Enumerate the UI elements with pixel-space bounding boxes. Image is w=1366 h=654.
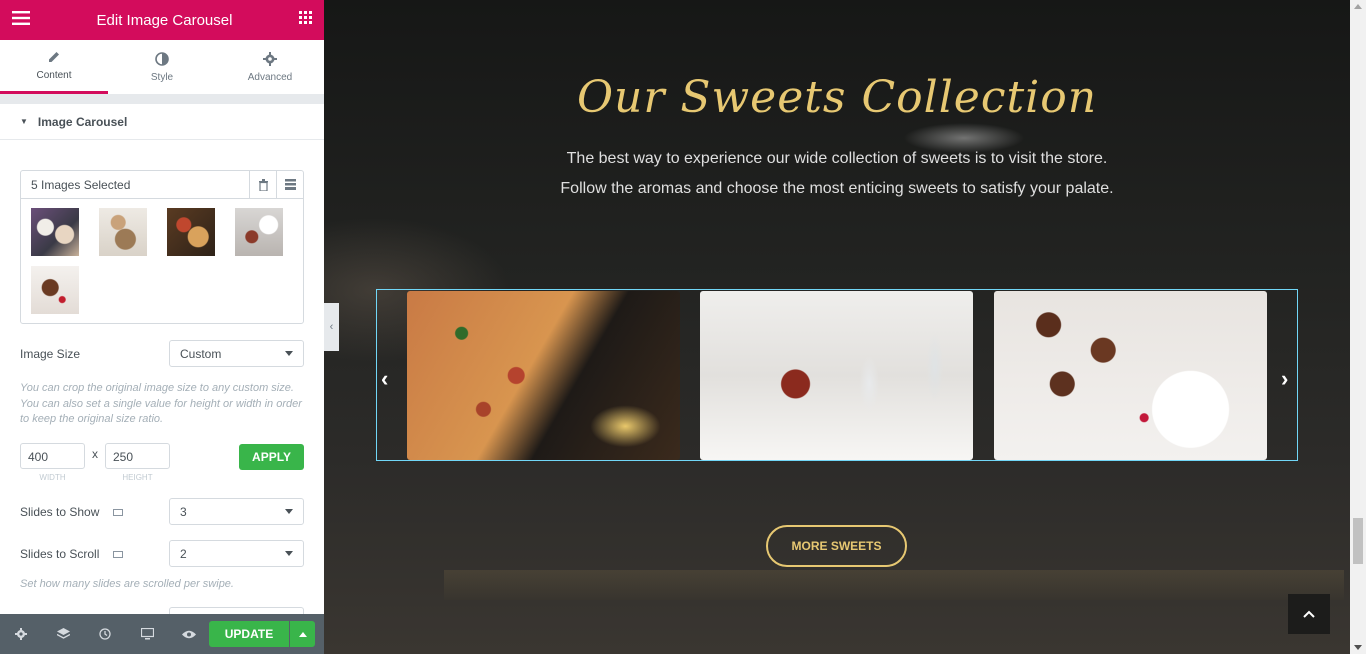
image-size-select[interactable]: Custom [169, 340, 304, 367]
navigator-layers-icon[interactable] [42, 614, 84, 654]
panel-title: Edit Image Carousel [96, 11, 233, 29]
scroll-note: Set how many slides are scrolled per swi… [20, 578, 234, 590]
dimension-separator: x [92, 447, 98, 461]
desktop-icon[interactable] [112, 509, 123, 517]
panel-header: Edit Image Carousel [0, 0, 324, 40]
gallery-thumbnail[interactable] [167, 208, 215, 256]
half-circle-icon [155, 51, 169, 66]
desktop-icon[interactable] [112, 551, 123, 559]
section-heading: Our Sweets Collection [576, 72, 1098, 123]
image-size-value: Custom [180, 346, 222, 361]
width-input[interactable]: 400 [20, 443, 85, 469]
gear-icon [263, 51, 277, 66]
update-button[interactable]: UPDATE [209, 621, 289, 647]
tab-style-label: Style [150, 71, 174, 83]
hamburger-menu-icon[interactable] [12, 10, 30, 30]
carousel-slide-cupcake[interactable] [700, 291, 973, 460]
history-icon[interactable] [84, 614, 126, 654]
intro-line-1: The best way to experience our wide coll… [566, 150, 1108, 167]
tab-style[interactable]: Style [108, 40, 216, 94]
scroll-up-arrow-icon[interactable] [1354, 4, 1362, 9]
gallery-thumbnail[interactable] [31, 208, 79, 256]
stack-icon[interactable] [276, 170, 303, 199]
slides-to-scroll-value: 2 [180, 546, 187, 561]
height-input[interactable]: 250 [105, 443, 170, 469]
preview-eye-icon[interactable] [168, 614, 210, 654]
pencil-icon [49, 52, 59, 62]
update-options-button[interactable] [290, 621, 315, 647]
gallery-thumbnail[interactable] [99, 208, 147, 256]
caret-up-icon [298, 631, 307, 637]
back-to-top-button[interactable] [1288, 594, 1330, 634]
panel-tabs: Content Style Advanced [0, 40, 324, 95]
collapse-panel-button[interactable]: ‹ [324, 303, 339, 351]
image-size-label: Image Size [20, 347, 81, 361]
gallery-control[interactable]: 5 Images Selected [20, 170, 304, 324]
page-preview: Our Sweets Collection The best way to ex… [324, 0, 1350, 654]
slides-to-show-label: Slides to Show [20, 505, 100, 519]
trash-icon[interactable] [249, 170, 276, 199]
responsive-desktop-icon[interactable] [126, 614, 168, 654]
slides-to-show-row: Slides to Show [20, 505, 123, 519]
width-label: WIDTH [39, 473, 66, 482]
slides-to-scroll-row: Slides to Scroll [20, 547, 123, 561]
gallery-header: 5 Images Selected [21, 170, 303, 199]
slides-to-scroll-label: Slides to Scroll [20, 547, 100, 561]
carousel-prev-chevron-icon[interactable]: ‹ [381, 366, 388, 392]
slides-to-show-select[interactable]: 3 [169, 498, 304, 525]
carousel-slide-brownie[interactable] [994, 291, 1267, 460]
caret-down-icon: ▼ [20, 117, 28, 126]
gallery-thumbnail[interactable] [235, 208, 283, 256]
chevron-down-icon [285, 551, 293, 556]
tab-content[interactable]: Content [0, 40, 108, 94]
slides-to-show-value: 3 [180, 504, 187, 519]
tab-content-label: Content [36, 70, 72, 81]
gallery-thumbnail[interactable] [31, 266, 79, 314]
chevron-up-icon [1303, 610, 1315, 618]
carousel-slide-pizza[interactable] [407, 291, 680, 460]
tab-advanced[interactable]: Advanced [216, 40, 324, 94]
page-scrollbar[interactable] [1350, 0, 1366, 654]
intro-line-2: Follow the aromas and choose the most en… [560, 180, 1114, 197]
section-title: Image Carousel [37, 114, 128, 129]
panel-footer: UPDATE [0, 614, 324, 654]
widgets-grid-icon[interactable] [299, 11, 312, 29]
tab-advanced-label: Advanced [247, 71, 293, 83]
scroll-down-arrow-icon[interactable] [1354, 645, 1362, 650]
editor-panel: Edit Image Carousel Content Style Advanc… [0, 0, 324, 654]
background-counter [444, 570, 1344, 600]
scrollbar-thumb[interactable] [1353, 518, 1363, 564]
slides-to-scroll-select[interactable]: 2 [169, 540, 304, 567]
carousel-next-chevron-icon[interactable]: › [1281, 366, 1288, 392]
panel-separator [0, 95, 324, 104]
section-image-carousel[interactable]: ▼ Image Carousel [0, 104, 324, 140]
image-carousel[interactable]: ‹ › [376, 289, 1298, 461]
crop-note: You can crop the original image size to … [20, 382, 302, 425]
chevron-down-icon [285, 351, 293, 356]
chevron-down-icon [285, 509, 293, 514]
height-label: HEIGHT [122, 473, 153, 482]
settings-icon[interactable] [0, 614, 42, 654]
more-sweets-button[interactable]: MORE SWEETS [766, 525, 907, 567]
gallery-count-label: 5 Images Selected [31, 177, 131, 192]
apply-button[interactable]: APPLY [239, 444, 304, 470]
